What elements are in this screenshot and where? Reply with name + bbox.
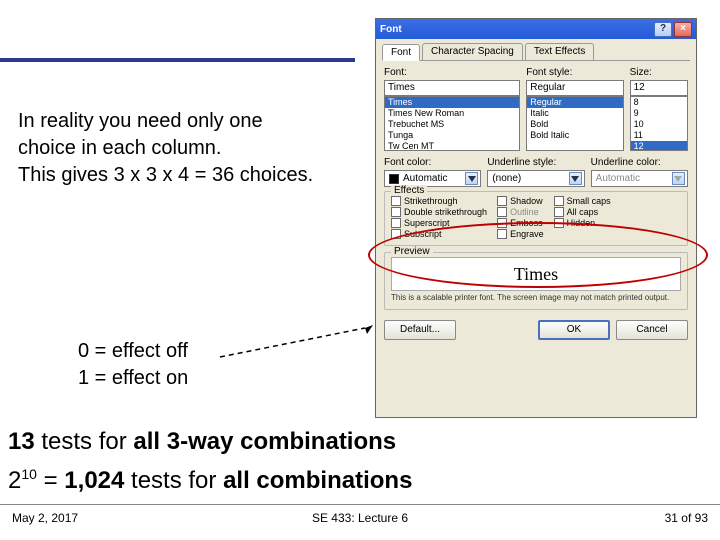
preview-label: Preview [391, 246, 433, 257]
top-rule [0, 58, 355, 62]
legend-on: 1 = effect on [78, 367, 188, 389]
list-item[interactable]: 8 [631, 97, 687, 108]
size-label: Size: [630, 67, 688, 78]
style-input[interactable]: Regular [526, 80, 623, 96]
chevron-down-icon [672, 172, 685, 185]
list-item[interactable]: 11 [631, 130, 687, 141]
ok-button[interactable]: OK [538, 320, 610, 340]
footer-page: 31 of 93 [665, 511, 708, 525]
cancel-button[interactable]: Cancel [616, 320, 688, 340]
list-item[interactable]: Regular [527, 97, 622, 108]
ulcolor-value: Automatic [596, 173, 640, 184]
footer-title: SE 433: Lecture 6 [312, 511, 408, 525]
chk-subscript[interactable]: Subscript [391, 229, 487, 239]
slide: In reality you need only one choice in e… [0, 0, 720, 540]
titlebar: Font ? × [376, 19, 696, 39]
tab-pane: Font: Times Times Times New Roman Trebuc… [376, 61, 696, 316]
preview-note: This is a scalable printer font. The scr… [391, 294, 681, 303]
preview-box: Times [391, 257, 681, 291]
chk-superscript[interactable]: Superscript [391, 218, 487, 228]
legend-off: 0 = effect off [78, 340, 188, 362]
effects-group: Effects Strikethrough Double strikethrou… [384, 191, 688, 246]
font-dialog: Font ? × Font Character Spacing Text Eff… [375, 18, 697, 418]
chk-engrave[interactable]: Engrave [497, 229, 544, 239]
chevron-down-icon [569, 172, 582, 185]
chk-smallcaps[interactable]: Small caps [554, 196, 611, 206]
style-label: Font style: [526, 67, 623, 78]
chk-hidden[interactable]: Hidden [554, 218, 611, 228]
tab-strip: Font Character Spacing Text Effects [376, 39, 696, 60]
list-item[interactable]: Bold Italic [527, 130, 622, 141]
stmt-13-tests: 13 tests for all 3-way combinations [8, 428, 396, 456]
size-input[interactable]: 12 [630, 80, 688, 96]
dialog-buttons: Default... OK Cancel [376, 316, 696, 346]
tab-char-spacing[interactable]: Character Spacing [422, 43, 523, 60]
fontcolor-value: Automatic [403, 173, 447, 184]
effect-legend: 0 = effect off 1 = effect on [78, 338, 188, 392]
list-item[interactable]: Tunga [385, 130, 519, 141]
list-item[interactable]: 12 [631, 141, 687, 151]
list-item[interactable]: Times [385, 97, 519, 108]
chk-strikethrough[interactable]: Strikethrough [391, 196, 487, 206]
underline-label: Underline style: [487, 157, 584, 168]
list-item[interactable]: Times New Roman [385, 108, 519, 119]
dashed-arrow [215, 322, 380, 362]
tab-text-effects[interactable]: Text Effects [525, 43, 595, 60]
font-input[interactable]: Times [384, 80, 520, 96]
stmt-1024-tests: 210 = 1,024 tests for all combinations [8, 466, 412, 495]
underline-combo[interactable]: (none) [487, 170, 584, 187]
list-item[interactable]: Italic [527, 108, 622, 119]
slide-footer: May 2, 2017 SE 433: Lecture 6 31 of 93 [0, 504, 720, 540]
list-item[interactable]: 10 [631, 119, 687, 130]
chk-shadow[interactable]: Shadow [497, 196, 544, 206]
font-list[interactable]: Times Times New Roman Trebuchet MS Tunga… [384, 96, 520, 151]
body-line: In reality you need only one [18, 110, 263, 132]
chk-allcaps[interactable]: All caps [554, 207, 611, 217]
ulcolor-label: Underline color: [591, 157, 688, 168]
list-item[interactable]: Trebuchet MS [385, 119, 519, 130]
chk-emboss[interactable]: Emboss [497, 218, 544, 228]
footer-date: May 2, 2017 [12, 511, 78, 525]
close-button[interactable]: × [674, 22, 692, 37]
dialog-title: Font [380, 24, 652, 35]
slide-body-text: In reality you need only one choice in e… [18, 108, 353, 189]
color-swatch-icon [389, 174, 399, 184]
font-label: Font: [384, 67, 520, 78]
underline-value: (none) [492, 173, 521, 184]
tab-font[interactable]: Font [382, 44, 420, 61]
body-line: choice in each column. [18, 137, 221, 159]
chevron-down-icon [465, 172, 478, 185]
list-item[interactable]: Tw Cen MT [385, 141, 519, 151]
list-item[interactable]: Bold [527, 119, 622, 130]
ulcolor-combo[interactable]: Automatic [591, 170, 688, 187]
help-button[interactable]: ? [654, 22, 672, 37]
effects-label: Effects [391, 185, 427, 196]
size-list[interactable]: 8 9 10 11 12 [630, 96, 688, 151]
style-list[interactable]: Regular Italic Bold Bold Italic [526, 96, 623, 151]
body-line: This gives 3 x 3 x 4 = 36 choices. [18, 164, 313, 186]
preview-group: Preview Times This is a scalable printer… [384, 252, 688, 310]
fontcolor-label: Font color: [384, 157, 481, 168]
default-button[interactable]: Default... [384, 320, 456, 340]
list-item[interactable]: 9 [631, 108, 687, 119]
chk-dbl-strikethrough[interactable]: Double strikethrough [391, 207, 487, 217]
chk-outline[interactable]: Outline [497, 207, 544, 217]
